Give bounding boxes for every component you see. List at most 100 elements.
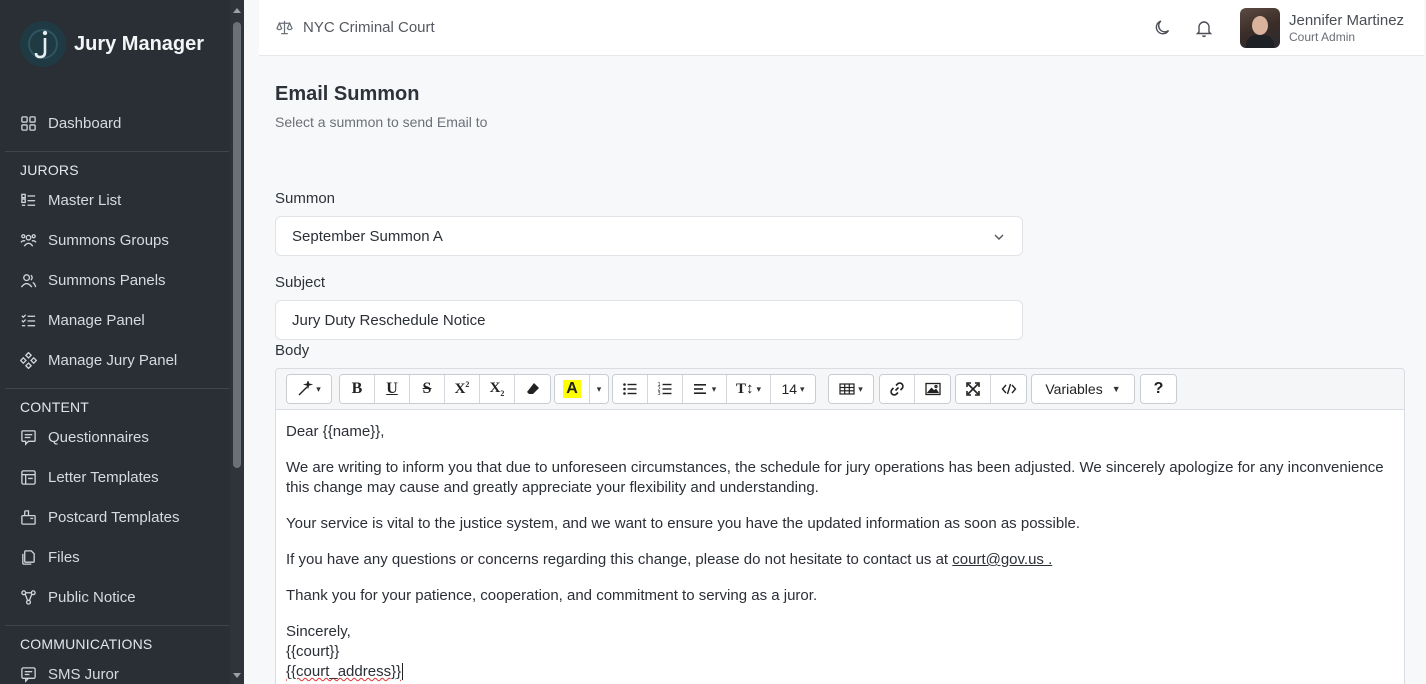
sidebar-item-label: SMS Juror xyxy=(48,665,119,683)
help-button[interactable]: ? xyxy=(1141,375,1176,403)
color-dropdown-button[interactable]: ▾ xyxy=(590,375,608,403)
user-role: Court Admin xyxy=(1289,30,1356,44)
section-label-jurors: JURORS xyxy=(20,162,79,178)
sidebar-scrollbar[interactable] xyxy=(230,0,244,684)
template-icon xyxy=(21,469,36,485)
toolbar-group-table: ▾ xyxy=(828,374,874,404)
underline-button[interactable]: U xyxy=(375,375,410,403)
align-button[interactable]: ▾ xyxy=(683,375,727,403)
subject-label: Subject xyxy=(275,274,326,291)
help-label: ? xyxy=(1153,380,1164,397)
toolbar-group-insert xyxy=(879,374,951,404)
fullscreen-icon xyxy=(966,382,980,396)
link-icon xyxy=(890,382,904,396)
court-selector[interactable]: NYC Criminal Court xyxy=(276,19,435,36)
page-subtitle: Select a summon to send Email to xyxy=(275,114,488,130)
sidebar-item-postcard-templates[interactable]: Postcard Templates xyxy=(20,505,179,529)
link-button[interactable] xyxy=(880,375,915,403)
font-size-button[interactable]: 14 ▾ xyxy=(771,375,815,403)
contact-email-link[interactable]: court@gov.us . xyxy=(952,551,1052,568)
sidebar-item-dashboard[interactable]: Dashboard xyxy=(20,111,121,135)
bullet-list-button[interactable] xyxy=(613,375,648,403)
scale-icon xyxy=(276,20,293,35)
toolbar-group-help: ? xyxy=(1140,374,1177,404)
top-bar: NYC Criminal Court Jennifer Martinez Cou… xyxy=(259,0,1424,56)
subject-input[interactable]: Jury Duty Reschedule Notice xyxy=(275,300,1023,340)
postcard-icon xyxy=(21,509,36,525)
editor-toolbar: ▾ B U S X2 X2 A ▾ 123 ▾ T↕ ▾ 14 ▾ ▾ Vari… xyxy=(276,369,1404,410)
subject-input-value: Jury Duty Reschedule Notice xyxy=(292,311,486,329)
list-icon xyxy=(21,193,36,206)
section-label-communications: COMMUNICATIONS xyxy=(20,636,153,652)
user-name[interactable]: Jennifer Martinez xyxy=(1289,12,1404,29)
chevron-down-icon xyxy=(994,234,1004,240)
sidebar-item-label: Letter Templates xyxy=(48,468,159,486)
files-icon xyxy=(22,549,35,565)
text-height-icon: T↕ xyxy=(735,380,754,397)
summon-select[interactable]: September Summon A xyxy=(275,216,1023,256)
page-title: Email Summon xyxy=(275,83,420,105)
image-button[interactable] xyxy=(915,375,950,403)
sidebar-item-files[interactable]: Files xyxy=(20,545,80,569)
code-view-button[interactable] xyxy=(991,375,1026,403)
superscript-button[interactable]: X2 xyxy=(445,375,480,403)
image-icon xyxy=(924,382,941,396)
numbered-list-button[interactable]: 123 xyxy=(648,375,683,403)
sidebar-item-manage-panel[interactable]: Manage Panel xyxy=(20,308,145,332)
bullet-list-icon xyxy=(623,383,637,395)
toolbar-group-color: A ▾ xyxy=(554,374,609,404)
sidebar-item-master-list[interactable]: Master List xyxy=(20,188,121,212)
scroll-thumb[interactable] xyxy=(233,22,241,468)
magic-style-button[interactable]: ▾ xyxy=(287,375,331,403)
email-greeting: Dear {{name}}, xyxy=(286,423,385,440)
sidebar-item-label: Summons Groups xyxy=(48,231,169,249)
sidebar-item-sms-juror[interactable]: SMS Juror xyxy=(20,662,119,684)
moon-icon[interactable] xyxy=(1153,18,1173,38)
email-paragraph: We are writing to inform you that due to… xyxy=(286,459,1384,496)
email-signoff: Sincerely, xyxy=(286,623,351,640)
text-color-button[interactable]: A xyxy=(555,375,590,403)
variables-dropdown[interactable]: Variables ▼ xyxy=(1032,375,1134,403)
highlight-icon: A xyxy=(563,380,581,398)
eraser-button[interactable] xyxy=(515,375,550,403)
avatar[interactable] xyxy=(1240,8,1280,48)
sidebar-item-questionnaires[interactable]: Questionnaires xyxy=(20,425,149,449)
share-icon xyxy=(21,589,36,605)
section-label-content: CONTENT xyxy=(20,399,90,415)
court-variable: {{court}} xyxy=(286,643,340,660)
sidebar-item-letter-templates[interactable]: Letter Templates xyxy=(20,465,159,489)
checklist-icon xyxy=(21,313,36,326)
code-icon xyxy=(1001,383,1016,395)
bold-button[interactable]: B xyxy=(340,375,375,403)
table-button[interactable]: ▾ xyxy=(829,375,873,403)
bell-icon[interactable] xyxy=(1194,18,1214,38)
sidebar-item-label: Files xyxy=(48,548,80,566)
font-size-value: 14 xyxy=(781,381,798,397)
editor-content[interactable]: Dear {{name}}, We are writing to inform … xyxy=(286,422,1396,682)
summon-label: Summon xyxy=(275,190,336,207)
sidebar-item-label: Questionnaires xyxy=(48,428,149,446)
email-paragraph: If you have any questions or concerns re… xyxy=(286,550,1396,570)
court-address-text: {{court_address}} xyxy=(286,663,402,680)
sms-icon xyxy=(21,666,36,683)
fullscreen-button[interactable] xyxy=(956,375,991,403)
sidebar-item-manage-jury-panel[interactable]: Manage Jury Panel xyxy=(20,348,177,372)
sidebar-item-summons-panels[interactable]: Summons Panels xyxy=(20,268,166,292)
text-height-button[interactable]: T↕ ▾ xyxy=(727,375,771,403)
sidebar-item-summons-groups[interactable]: Summons Groups xyxy=(20,228,169,252)
scroll-down-arrow-icon[interactable] xyxy=(233,673,241,678)
questionnaire-icon xyxy=(21,429,36,446)
jury-manager-logo-icon xyxy=(20,21,66,67)
strikethrough-button[interactable]: S xyxy=(410,375,445,403)
align-left-icon xyxy=(693,384,706,394)
brand[interactable]: Jury Manager xyxy=(20,21,204,67)
sidebar-item-public-notice[interactable]: Public Notice xyxy=(20,585,136,609)
toolbar-group-format: B U S X2 X2 xyxy=(339,374,551,404)
sidebar-divider xyxy=(5,388,229,389)
subscript-button[interactable]: X2 xyxy=(480,375,515,403)
scroll-up-arrow-icon[interactable] xyxy=(233,8,241,13)
sidebar-item-label: Manage Panel xyxy=(48,311,145,329)
email-paragraph: Thank you for your patience, cooperation… xyxy=(286,587,818,604)
summon-select-value: September Summon A xyxy=(292,227,443,245)
rich-text-editor: ▾ B U S X2 X2 A ▾ 123 ▾ T↕ ▾ 14 ▾ ▾ Vari… xyxy=(275,368,1405,684)
